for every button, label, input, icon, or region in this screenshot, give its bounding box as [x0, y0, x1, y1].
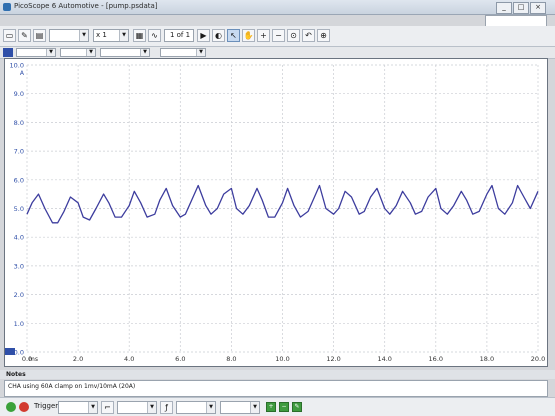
add-measurement-button[interactable]: +: [266, 402, 276, 412]
x-tick-label: 16.0: [429, 355, 443, 363]
zoom-in-icon[interactable]: +: [257, 29, 270, 42]
zoom-full-icon[interactable]: ⊙: [287, 29, 300, 42]
channel-a-icon[interactable]: [3, 48, 13, 57]
y-tick-label: 2.0: [14, 291, 24, 299]
y-tick-label: 9.0: [14, 90, 24, 98]
notes-label: Notes: [0, 370, 555, 379]
y-tick-label: 3.0: [14, 262, 24, 270]
y-tick-label: 4.0: [14, 234, 24, 242]
notes-text[interactable]: CHA using 60A clamp on 1mv/10mA (20A): [4, 380, 548, 397]
pencil-icon[interactable]: ✎: [18, 29, 31, 42]
channel-b-range-select[interactable]: ▼: [100, 48, 150, 57]
undo-zoom-icon[interactable]: ↶: [302, 29, 315, 42]
channel-a-coupling-select[interactable]: ▼: [60, 48, 96, 57]
close-button[interactable]: ×: [530, 2, 546, 14]
y-tick-label: 7.0: [14, 148, 24, 156]
trigger-advanced-icon[interactable]: ƒ: [160, 401, 173, 414]
y-tick-label: 6.0: [14, 176, 24, 184]
multiplier-select[interactable]: x 1 ▼: [93, 29, 129, 42]
delete-measurement-button[interactable]: −: [279, 402, 289, 412]
pointer-tool-icon[interactable]: ↖: [227, 29, 240, 42]
scope-view[interactable]: 0.0 2.0 4.0 6.0 8.0 10.0 12.0 14.0 16.0 18.0 20.0 0…: [4, 58, 548, 367]
x-tick-label: 20.0: [531, 355, 545, 363]
edit-measurement-button[interactable]: ✎: [292, 402, 302, 412]
signal-icon[interactable]: ∿: [148, 29, 161, 42]
y-axis-unit: A: [20, 70, 25, 77]
trigger-mode-select[interactable]: ▼: [58, 401, 98, 414]
minimize-button[interactable]: _: [496, 2, 512, 14]
x-axis-unit: ms: [29, 356, 38, 363]
x-tick-label: 18.0: [480, 355, 494, 363]
y-tick-label: 1.0: [14, 320, 24, 328]
zoom-out-icon[interactable]: −: [272, 29, 285, 42]
x-tick-label: 12.0: [326, 355, 340, 363]
y-tick-label: 0.0: [14, 349, 24, 357]
y-tick-label: 10.0: [10, 62, 24, 70]
trigger-level-select[interactable]: ▼: [117, 401, 157, 414]
channel-b-coupling-select[interactable]: ▼: [160, 48, 206, 57]
x-tick-label: 4.0: [124, 355, 134, 363]
scope-mode-icon[interactable]: ▭: [3, 29, 16, 42]
channel-a-range-select[interactable]: ▼: [16, 48, 56, 57]
zoom-overview-icon[interactable]: ⊕: [317, 29, 330, 42]
measurement-icon[interactable]: ◐: [212, 29, 225, 42]
main-toolbar: ▭ ✎ ▤ ▼ x 1 ▼ ▦ ∿ 1 of 1 ▶ ◐ ↖ ✋ + − ⊙ ↶ …: [0, 26, 555, 47]
app-logo-icon: [3, 3, 11, 11]
window-title: PicoScope 6 Automotive - [pump.psdata]: [14, 2, 158, 10]
trigger-threshold-input[interactable]: ▼: [176, 401, 216, 414]
trigger-edge-icon[interactable]: ⌐: [101, 401, 114, 414]
bottom-toolbar: Trigger ▼ ⌐ ▼ ƒ ▼ ▼ + − ✎: [0, 397, 555, 416]
maximize-button[interactable]: □: [513, 2, 529, 14]
scope-chart: 0.0 2.0 4.0 6.0 8.0 10.0 12.0 14.0 16.0 18.0 20.00…: [5, 62, 545, 363]
samples-icon[interactable]: ▦: [133, 29, 146, 42]
trigger-label: Trigger: [34, 402, 59, 410]
y-tick-label: 5.0: [14, 205, 24, 213]
x-tick-label: 6.0: [175, 355, 185, 363]
pretrigger-input[interactable]: ▼: [220, 401, 260, 414]
start-icon[interactable]: [6, 402, 16, 412]
x-tick-label: 14.0: [377, 355, 391, 363]
x-tick-label: 2.0: [73, 355, 83, 363]
y-tick-label: 8.0: [14, 119, 24, 127]
hand-tool-icon[interactable]: ✋: [242, 29, 255, 42]
x-tick-label: 10.0: [275, 355, 289, 363]
timebase-select[interactable]: ▼: [49, 29, 89, 42]
channel-a-marker: [5, 348, 15, 355]
stop-icon[interactable]: [19, 402, 29, 412]
buffer-counter: 1 of 1: [164, 29, 194, 42]
buffer-navigator-button[interactable]: ▶: [197, 29, 210, 42]
x-tick-label: 8.0: [226, 355, 236, 363]
title-bar: PicoScope 6 Automotive - [pump.psdata] _…: [0, 0, 555, 15]
open-icon[interactable]: ▤: [33, 29, 46, 42]
